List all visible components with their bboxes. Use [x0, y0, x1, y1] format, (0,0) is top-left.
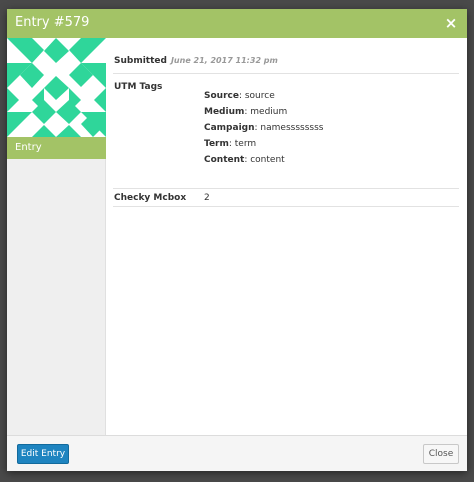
- modal-header: Entry #579 ×: [7, 9, 467, 38]
- edit-entry-button[interactable]: Edit Entry: [17, 444, 69, 464]
- checky-label: Checky Mcbox: [114, 193, 187, 203]
- utm-item: Medium: medium: [204, 107, 288, 117]
- modal-footer: Edit Entry Close: [7, 435, 467, 471]
- checky-value: 2: [204, 193, 210, 203]
- modal-title: Entry #579: [15, 15, 90, 30]
- avatar: [7, 38, 106, 137]
- entry-modal: Entry #579 × Entry Submitted June 21, 20…: [7, 9, 467, 471]
- sidebar: Entry: [7, 38, 106, 435]
- sidebar-tab-entry[interactable]: Entry: [7, 137, 106, 159]
- submitted-date: June 21, 2017 11:32 pm: [170, 56, 278, 65]
- utm-item: Term: term: [204, 139, 257, 149]
- divider: [113, 188, 459, 189]
- divider: [113, 206, 459, 207]
- close-button[interactable]: Close: [423, 444, 459, 464]
- submitted-label: Submitted June 21, 2017 11:32 pm: [114, 56, 278, 66]
- utm-label: UTM Tags: [114, 82, 163, 92]
- divider: [113, 73, 459, 74]
- entry-details: Submitted June 21, 2017 11:32 pm UTM Tags…: [113, 38, 459, 435]
- utm-item: Content: content: [204, 155, 285, 165]
- utm-item: Campaign: namessssssss: [204, 123, 324, 133]
- close-icon[interactable]: ×: [443, 15, 459, 31]
- utm-item: Source: source: [204, 91, 275, 101]
